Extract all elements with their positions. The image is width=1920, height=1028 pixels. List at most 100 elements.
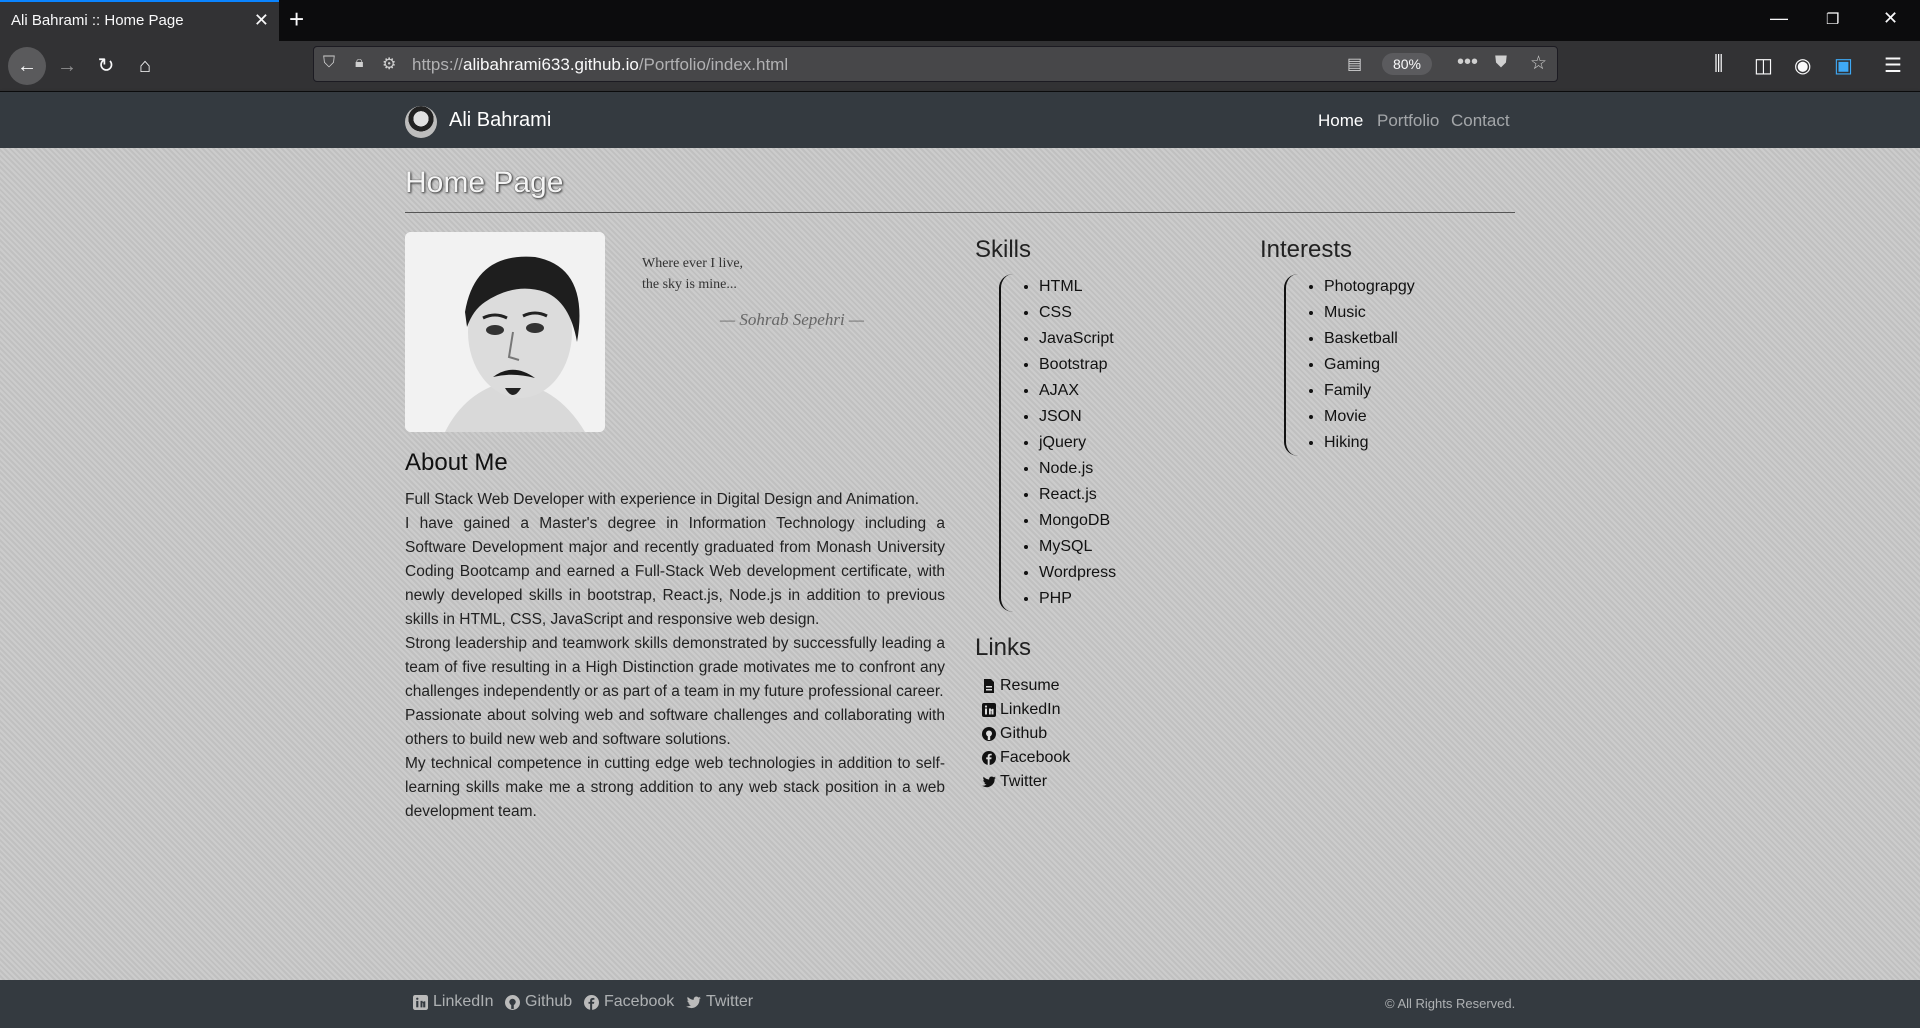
skill-item: MySQL	[1039, 534, 1116, 560]
skill-item: Node.js	[1039, 456, 1116, 482]
pdf-file-icon	[984, 679, 994, 693]
title-divider	[405, 212, 1515, 213]
skill-item: JavaScript	[1039, 326, 1116, 352]
skill-item: React.js	[1039, 482, 1116, 508]
skill-item: PHP	[1039, 586, 1116, 612]
interest-item: Family	[1324, 378, 1415, 404]
twitter-icon	[686, 996, 701, 1008]
about-paragraph: My technical competence in cutting edge …	[405, 755, 945, 820]
skill-item: Wordpress	[1039, 560, 1116, 586]
tab-title: Ali Bahrami :: Home Page	[11, 12, 184, 29]
url-bar[interactable]: ⛉ 🔒︎ ⚙ https://alibahrami633.github.io/P…	[313, 46, 1558, 82]
link-linkedin[interactable]: LinkedIn	[982, 698, 1070, 722]
minimize-icon[interactable]: —	[1770, 8, 1788, 29]
about-paragraph: Strong leadership and teamwork skills de…	[405, 635, 945, 700]
home-icon[interactable]: ⌂	[128, 49, 162, 83]
linkedin-icon	[982, 703, 996, 717]
skill-item: jQuery	[1039, 430, 1116, 456]
footer-link-label: Github	[525, 993, 573, 1010]
nav-contact[interactable]: Contact	[1451, 111, 1510, 131]
quote-line-1: Where ever I live,	[642, 256, 744, 271]
linkedin-icon	[413, 994, 428, 1010]
url-text[interactable]: https://alibahrami633.github.io/Portfoli…	[412, 55, 788, 75]
link-label: Twitter	[1000, 773, 1048, 790]
interest-item: Movie	[1324, 404, 1415, 430]
browser-toolbar: ← → ↻ ⌂ ⛉ 🔒︎ ⚙ https://alibahrami633.git…	[0, 41, 1920, 92]
skills-list: HTML CSS JavaScript Bootstrap AJAX JSON …	[999, 274, 1116, 612]
interest-item: Photograpgy	[1324, 274, 1415, 300]
interest-item: Gaming	[1324, 352, 1415, 378]
quote-line-2: the sky is mine...	[642, 277, 737, 292]
menu-icon[interactable]: ☰	[1884, 53, 1902, 78]
shield-icon[interactable]: ⛉	[323, 54, 335, 72]
skill-item: JSON	[1039, 404, 1116, 430]
link-github[interactable]: Github	[982, 722, 1070, 746]
link-label: Github	[1000, 725, 1048, 742]
close-tab-icon[interactable]: ✕	[254, 10, 269, 31]
brand-avatar[interactable]	[405, 106, 437, 138]
reader-view-icon[interactable]: ▤	[1347, 54, 1362, 74]
site-navbar: Ali Bahrami Home Portfolio Contact	[0, 92, 1920, 148]
about-paragraph: Full Stack Web Developer with experience…	[405, 491, 920, 508]
facebook-icon	[584, 994, 599, 1010]
footer-link-label: Facebook	[604, 993, 675, 1010]
sidebar-icon[interactable]: ◫	[1754, 53, 1773, 78]
quote-author: — Sohrab Sepehri —	[720, 310, 865, 329]
reload-icon[interactable]: ↻	[89, 49, 123, 83]
window-close-icon[interactable]: ✕	[1883, 8, 1898, 29]
about-text: Full Stack Web Developer with experience…	[405, 488, 945, 824]
link-label: Resume	[1000, 677, 1060, 694]
url-path: /Portfolio/index.html	[638, 55, 789, 74]
page-title: Home Page	[405, 166, 564, 199]
nav-home[interactable]: Home	[1318, 111, 1363, 131]
browser-tab-bar: Ali Bahrami :: Home Page ✕ + — ❐ ✕	[0, 0, 1920, 41]
lock-icon[interactable]: 🔒︎	[355, 54, 364, 72]
extension-icon[interactable]: ▣	[1834, 53, 1853, 78]
interest-item: Music	[1324, 300, 1415, 326]
back-icon[interactable]: ←	[8, 47, 46, 85]
twitter-icon	[982, 776, 996, 788]
link-label: Facebook	[1000, 749, 1071, 766]
url-host: alibahrami633.github.io	[463, 55, 639, 74]
zoom-badge[interactable]: 80%	[1382, 53, 1432, 75]
footer-link-label: LinkedIn	[433, 993, 494, 1010]
interest-item: Hiking	[1324, 430, 1415, 456]
about-heading: About Me	[405, 449, 508, 476]
nav-portfolio[interactable]: Portfolio	[1377, 111, 1439, 131]
skill-item: HTML	[1039, 274, 1116, 300]
forward-icon[interactable]: →	[50, 49, 84, 83]
link-facebook[interactable]: Facebook	[982, 746, 1070, 770]
footer-link-linkedin[interactable]: LinkedIn	[413, 993, 494, 1011]
library-icon[interactable]: ⫼	[1714, 53, 1723, 76]
browser-tab[interactable]: Ali Bahrami :: Home Page ✕	[0, 0, 279, 41]
footer-link-twitter[interactable]: Twitter	[686, 993, 753, 1011]
quote: Where ever I live, the sky is mine...	[642, 253, 743, 295]
skill-item: MongoDB	[1039, 508, 1116, 534]
footer-link-github[interactable]: Github	[505, 993, 572, 1011]
github-icon	[982, 727, 996, 741]
github-icon	[505, 994, 520, 1010]
interest-item: Basketball	[1324, 326, 1415, 352]
site-footer: LinkedIn Github Facebook Twitter © All R…	[0, 980, 1920, 1028]
pocket-icon[interactable]: ⛊	[1495, 54, 1507, 72]
permissions-icon[interactable]: ⚙	[382, 54, 396, 74]
footer-link-facebook[interactable]: Facebook	[584, 993, 674, 1011]
interests-heading: Interests	[1260, 236, 1353, 263]
page-background	[0, 148, 1920, 980]
url-scheme: https://	[412, 55, 464, 74]
footer-link-label: Twitter	[706, 993, 754, 1010]
about-paragraph: I have gained a Master's degree in Infor…	[405, 515, 945, 628]
account-icon[interactable]: ◉	[1794, 53, 1811, 78]
link-resume[interactable]: Resume	[982, 674, 1070, 698]
skill-item: Bootstrap	[1039, 352, 1116, 378]
skill-item: CSS	[1039, 300, 1116, 326]
skill-item: AJAX	[1039, 378, 1116, 404]
new-tab-icon[interactable]: +	[289, 4, 304, 35]
interests-list: Photograpgy Music Basketball Gaming Fami…	[1284, 274, 1415, 456]
about-paragraph: Passionate about solving web and softwar…	[405, 707, 945, 748]
link-twitter[interactable]: Twitter	[982, 770, 1070, 794]
restore-icon[interactable]: ❐	[1826, 10, 1839, 28]
more-actions-icon[interactable]: •••	[1457, 51, 1478, 74]
brand-name[interactable]: Ali Bahrami	[449, 109, 551, 132]
bookmark-star-icon[interactable]: ☆	[1530, 52, 1547, 75]
